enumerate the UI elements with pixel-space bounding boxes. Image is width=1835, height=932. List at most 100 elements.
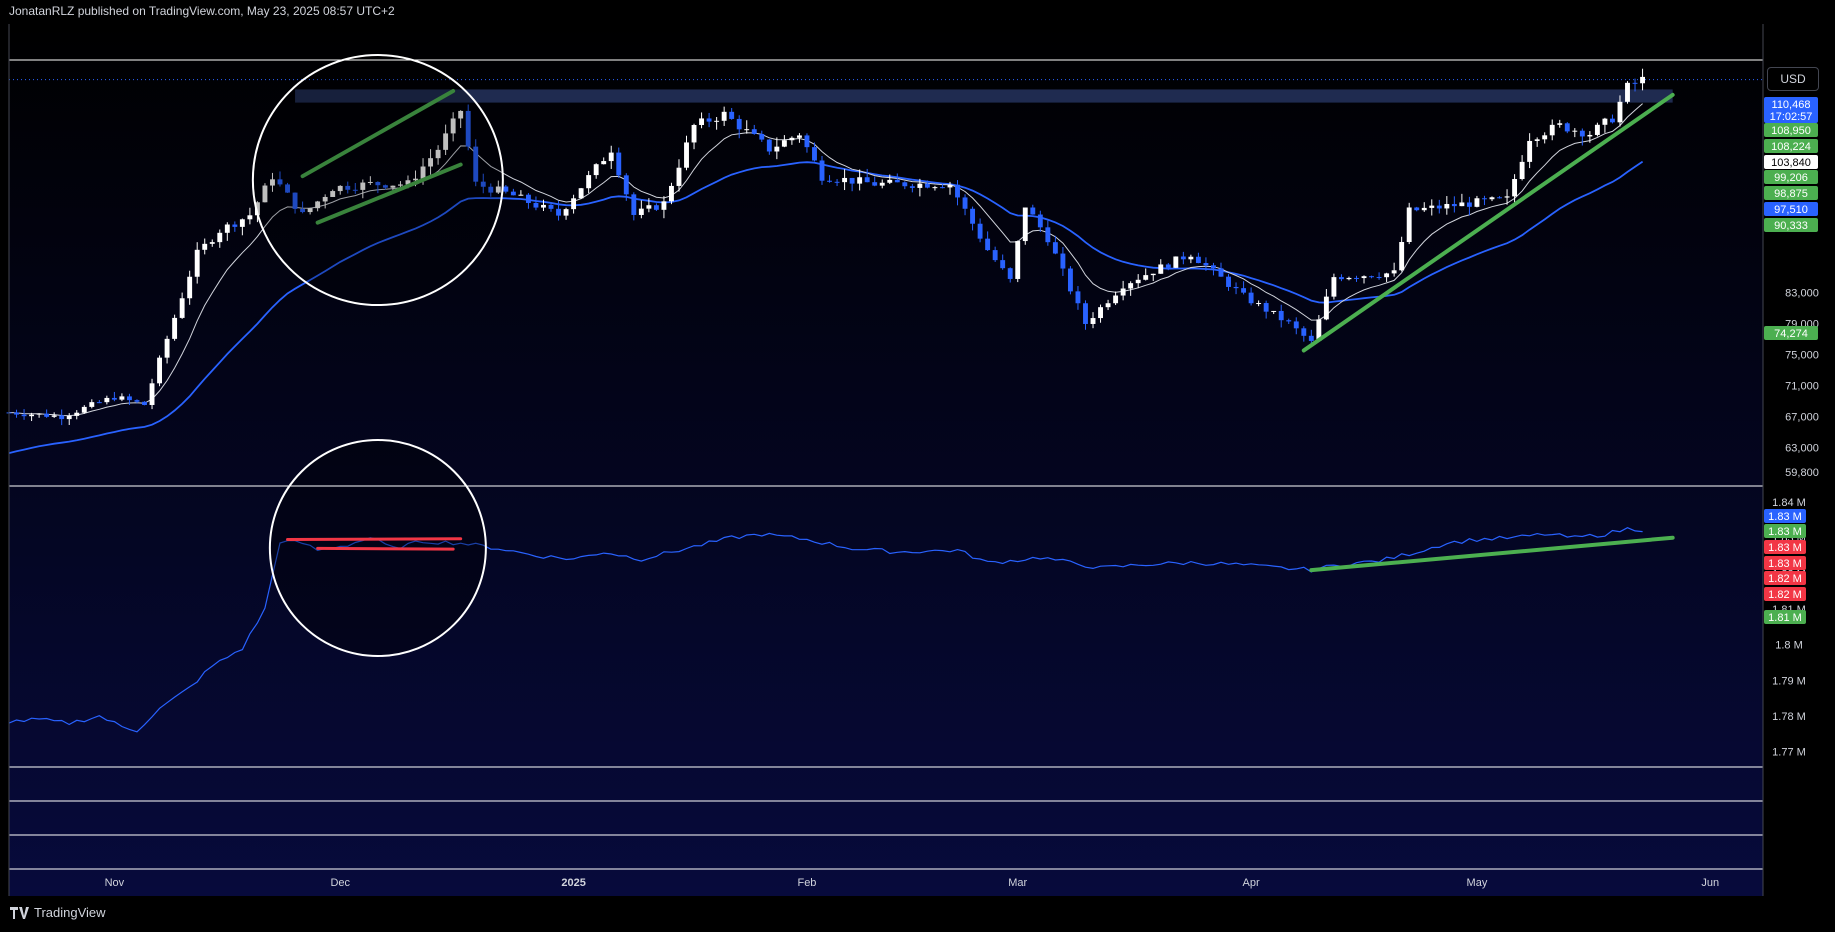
chart-canvas[interactable]: Nov Dec 2025 Feb Mar Apr May Jun 59,800 63,000 67… — [0, 24, 1835, 902]
candle-body — [1052, 242, 1058, 254]
candle-body — [819, 160, 825, 181]
price-tick-label: 71,000 — [1785, 380, 1819, 392]
candle-body — [834, 181, 840, 183]
candle-body — [1098, 307, 1103, 319]
indicator-value-tag-label: 1.82 M — [1768, 589, 1802, 601]
candle-body — [14, 412, 19, 415]
candle-body — [217, 232, 223, 243]
time-tick-label: May — [1467, 877, 1488, 889]
candle-body — [842, 177, 848, 183]
candle-body — [744, 129, 750, 131]
time-tick-label: Jun — [1701, 877, 1719, 889]
candle-body — [1037, 214, 1043, 228]
candle-body — [1346, 277, 1352, 280]
candle-body — [1188, 256, 1194, 260]
candle-body — [239, 219, 245, 227]
candle-body — [247, 215, 253, 220]
candle-body — [1271, 310, 1277, 312]
candle-body — [1451, 203, 1457, 207]
candle-body — [1429, 205, 1435, 208]
candle-body — [759, 133, 765, 140]
price-tag-label: 110,468 — [1772, 99, 1811, 111]
candle-body — [1090, 318, 1096, 324]
candle-body — [1083, 303, 1088, 324]
candle-body — [1165, 264, 1171, 268]
candle-body — [1338, 277, 1344, 280]
candle-body — [1594, 124, 1600, 135]
indicator-trendline — [316, 546, 455, 551]
candle-body — [142, 401, 147, 405]
price-tag-label: 97,510 — [1774, 204, 1808, 216]
candle-body — [202, 243, 208, 250]
candle-body — [985, 238, 991, 251]
candle-body — [653, 205, 659, 210]
candle-body — [857, 177, 863, 184]
candle-body — [510, 191, 516, 196]
indicator-trendline — [286, 537, 463, 542]
candle-body — [684, 142, 689, 168]
candle-body — [74, 412, 80, 416]
candle-body — [616, 152, 622, 176]
candle-body — [887, 179, 893, 183]
candle-body — [1323, 296, 1329, 320]
candle-body — [563, 209, 569, 216]
candle-body — [1489, 197, 1495, 200]
highlight-circle-price — [251, 54, 504, 307]
candle-body — [812, 147, 817, 161]
time-tick-label: Apr — [1243, 877, 1260, 889]
candle-body — [1173, 256, 1179, 268]
candle-body — [1226, 276, 1231, 287]
time-tick-label: Feb — [797, 877, 816, 889]
currency-button[interactable]: USD — [1767, 67, 1819, 91]
candle-body — [947, 184, 953, 188]
price-tag-label: 99,206 — [1774, 172, 1808, 184]
candle-body — [164, 338, 170, 358]
candle-body — [1361, 276, 1367, 279]
candle-body — [1549, 124, 1555, 136]
candle-body — [525, 194, 531, 203]
candle-body — [1572, 130, 1578, 132]
tradingview-branding: TradingView — [10, 905, 106, 920]
candle-body — [1625, 82, 1630, 102]
candle-body — [1602, 118, 1608, 125]
candle-body — [977, 223, 983, 239]
candle-body — [503, 186, 509, 192]
candle-body — [96, 402, 102, 404]
indicator-scale[interactable]: 1.77 M 1.78 M 1.79 M 1.8 M 1.81 M 1.82 M 1.83 … — [1764, 497, 1806, 759]
candle-body — [955, 184, 960, 198]
candle-body — [623, 175, 629, 195]
price-scale[interactable]: 59,80063,00067,00071,00075,00079,00083,0… — [1764, 97, 1819, 479]
candle-body — [714, 120, 720, 122]
candle-body — [1045, 227, 1051, 243]
candle-body — [804, 135, 810, 148]
candle-body — [578, 188, 584, 199]
candle-body — [1000, 260, 1006, 269]
indicator-value-tag-label: 1.82 M — [1768, 573, 1802, 585]
candle-body — [36, 413, 42, 415]
time-tick-label: Mar — [1008, 877, 1027, 889]
candle-body — [51, 415, 57, 417]
candle-body — [1022, 207, 1028, 242]
candle-body — [1128, 283, 1134, 289]
indicator-value-tag-label: 1.83 M — [1768, 558, 1802, 570]
candle-body — [638, 208, 644, 215]
candle-body — [556, 208, 561, 216]
candle-body — [1158, 264, 1164, 274]
candle-body — [1421, 207, 1427, 211]
candle-body — [1241, 288, 1247, 293]
indicator-value-tag-label: 1.81 M — [1768, 612, 1802, 624]
candle-body — [29, 414, 35, 417]
candle-body — [1007, 268, 1013, 279]
candle-body — [1512, 179, 1518, 197]
candle-body — [1263, 303, 1269, 312]
candle-body — [970, 208, 976, 224]
candle-body — [1301, 328, 1307, 336]
candle-body — [894, 179, 900, 183]
indicator-tick-label: 1.84 M — [1772, 497, 1806, 509]
candle-body — [849, 177, 855, 184]
candle-body — [134, 400, 140, 402]
candle-body — [232, 224, 238, 227]
candle-body — [736, 118, 742, 130]
candle-body — [1256, 303, 1262, 305]
candle-body — [533, 202, 539, 208]
